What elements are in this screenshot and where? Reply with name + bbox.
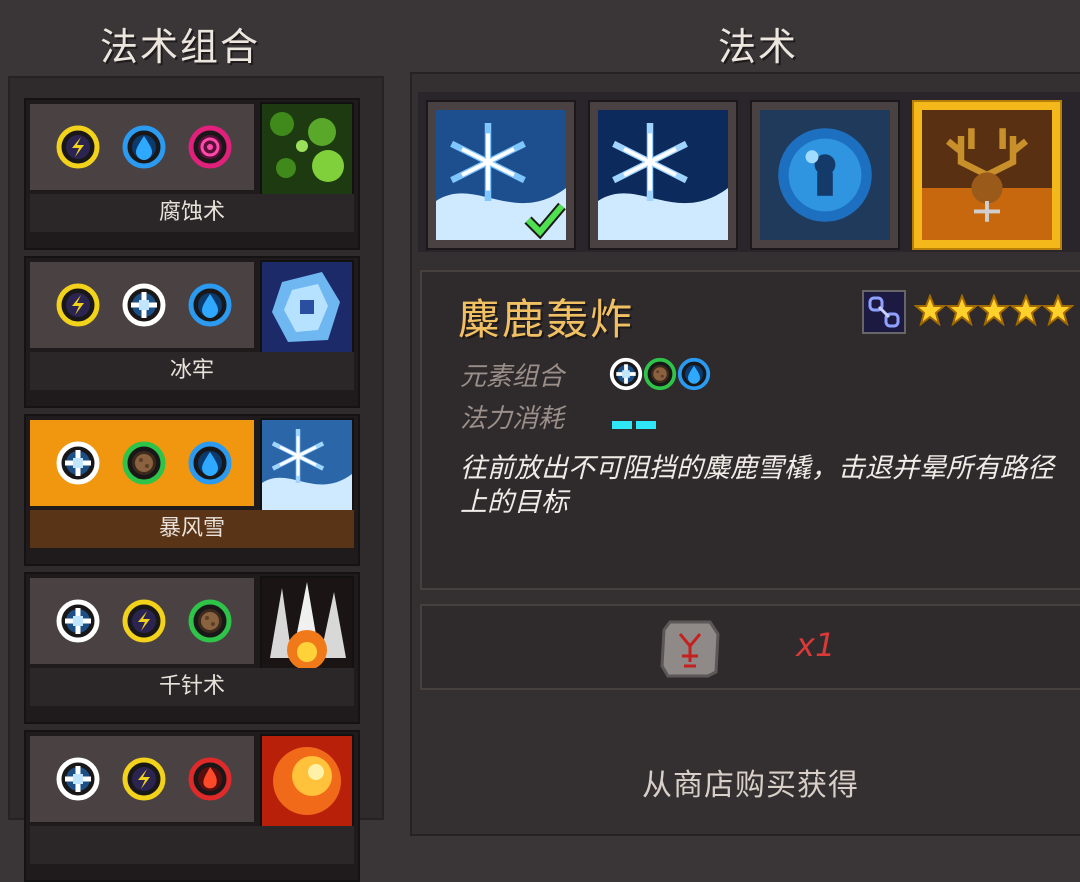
combo-elements bbox=[30, 578, 254, 664]
mana-bar bbox=[612, 421, 632, 429]
spell-detail: 麋鹿轰炸 元素组合 法力消耗 往前放出不可阻挡的麋鹿雪橇，击退并晕所有路径上的目… bbox=[420, 270, 1080, 590]
cost-box: x1 bbox=[420, 604, 1080, 690]
spell-name: 麋鹿轰炸 bbox=[458, 295, 635, 344]
blizzard-spell-icon bbox=[260, 418, 354, 512]
combo-card[interactable]: 暴风雪 bbox=[24, 414, 360, 566]
fire-element-icon bbox=[186, 755, 234, 803]
water-element-icon bbox=[186, 281, 234, 329]
lightning-element-icon bbox=[54, 123, 102, 171]
earth-element-icon bbox=[186, 597, 234, 645]
water-element-icon bbox=[186, 439, 234, 487]
elk-antlers-icon bbox=[922, 110, 1052, 240]
ice-element-icon bbox=[120, 281, 168, 329]
ice-element-icon bbox=[54, 597, 102, 645]
star-icon bbox=[913, 293, 947, 327]
acid-spell-icon bbox=[260, 102, 354, 196]
star-icon bbox=[945, 293, 979, 327]
right-title: 法术 bbox=[718, 25, 799, 69]
ice-prison-spell-icon bbox=[260, 260, 354, 354]
combo-card[interactable]: 腐蚀术 bbox=[24, 98, 360, 250]
water-element-icon bbox=[120, 123, 168, 171]
elements-label: 元素组合 bbox=[460, 362, 565, 392]
combo-elements bbox=[30, 262, 254, 348]
mana-label: 法力消耗 bbox=[460, 404, 565, 434]
ice-element-icon bbox=[608, 357, 643, 396]
mana-cost-bars bbox=[612, 414, 660, 433]
spell-description: 往前放出不可阻挡的麋鹿雪橇，击退并晕所有路径上的目标 bbox=[460, 453, 1054, 518]
combo-card[interactable]: 千针术 bbox=[24, 572, 360, 724]
star-icon bbox=[977, 293, 1011, 327]
left-title: 法术组合 bbox=[100, 25, 261, 69]
spell-panel: 麋鹿轰炸 元素组合 法力消耗 往前放出不可阻挡的麋鹿雪橇，击退并晕所有路径上的目… bbox=[410, 72, 1080, 836]
spell-strip bbox=[418, 92, 1080, 252]
lightning-element-icon bbox=[54, 281, 102, 329]
lightning-element-icon bbox=[120, 597, 168, 645]
combo-elements bbox=[30, 736, 254, 822]
star-rating bbox=[913, 293, 1075, 330]
snowflake-swirl-icon bbox=[436, 110, 566, 240]
chain-icon bbox=[862, 290, 906, 334]
poison-element-icon bbox=[186, 123, 234, 171]
combo-label: 腐蚀术 bbox=[30, 194, 354, 232]
ice-element-icon bbox=[54, 755, 102, 803]
water-orb-icon bbox=[760, 110, 890, 240]
combo-label: 千针术 bbox=[30, 668, 354, 706]
combo-label: 暴风雪 bbox=[30, 510, 354, 548]
acquire-source: 从商店购买获得 bbox=[642, 768, 859, 803]
combo-label bbox=[30, 826, 354, 864]
combo-list[interactable]: 腐蚀术冰牢暴风雪千针术 bbox=[8, 76, 384, 882]
rune-stone-icon bbox=[658, 616, 722, 680]
combo-label: 冰牢 bbox=[30, 352, 354, 390]
ice-element-icon bbox=[54, 439, 102, 487]
water-element-icon bbox=[676, 357, 711, 396]
detail-element-icons bbox=[608, 356, 711, 396]
spell-slot[interactable] bbox=[750, 100, 900, 250]
spell-slot[interactable] bbox=[426, 100, 576, 250]
star-icon bbox=[1041, 293, 1075, 327]
cost-count: x1 bbox=[796, 626, 836, 664]
earth-element-icon bbox=[120, 439, 168, 487]
lightning-element-icon bbox=[120, 755, 168, 803]
earth-element-icon bbox=[642, 357, 677, 396]
combo-card[interactable] bbox=[24, 730, 360, 882]
star-icon bbox=[1009, 293, 1043, 327]
spell-slot[interactable] bbox=[588, 100, 738, 250]
combo-elements bbox=[30, 420, 254, 506]
fire-spell-icon bbox=[260, 734, 354, 828]
mana-bar bbox=[636, 421, 656, 429]
combo-card[interactable]: 冰牢 bbox=[24, 256, 360, 408]
spell-slot[interactable] bbox=[912, 100, 1062, 250]
snowflake-swirl-dark-icon bbox=[598, 110, 728, 240]
combo-elements bbox=[30, 104, 254, 190]
spikes-spell-icon bbox=[260, 576, 354, 670]
